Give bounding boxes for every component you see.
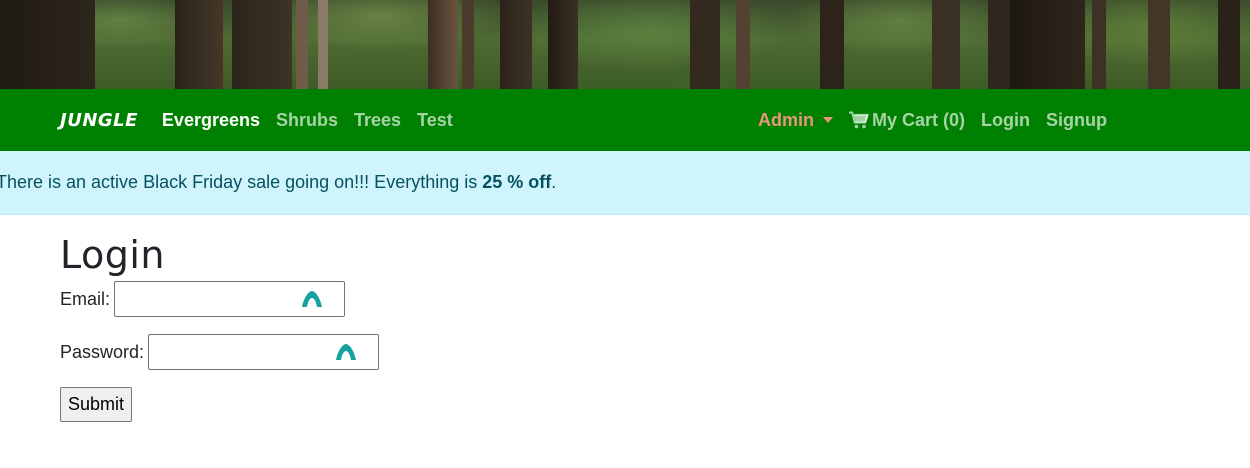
hero-banner [0,0,1250,89]
tree-trunk [428,0,458,89]
caret-down-icon [823,117,833,123]
tree-trunk [1148,0,1170,89]
nav-link-shrubs[interactable]: Shrubs [276,110,338,131]
tree-trunk [988,0,1010,89]
email-row: Email: [60,281,1190,317]
alert-discount: 25 % off [482,172,552,192]
account-nav: Admin My Cart (0) Login Signup [758,110,1123,131]
tree-trunk [690,0,720,89]
tree-trunk [820,0,844,89]
tree-trunk [736,0,750,89]
nav-link-evergreens[interactable]: Evergreens [162,110,260,131]
password-label: Password: [60,341,145,362]
cart-icon [849,111,869,129]
tree-trunk [548,0,578,89]
alert-suffix: . [551,172,557,192]
password-row: Password: [60,334,1190,370]
login-form: Email: Password: Submit [60,281,1190,422]
nav-link-test[interactable]: Test [417,110,453,131]
tree-trunk [296,0,308,89]
nav-link-trees[interactable]: Trees [354,110,401,131]
tree-trunk [1010,0,1085,89]
password-input-wrap [148,334,380,370]
password-manager-icon[interactable] [335,343,357,361]
login-link[interactable]: Login [981,110,1030,131]
signup-link[interactable]: Signup [1046,110,1107,131]
admin-dropdown[interactable]: Admin [758,110,833,131]
tree-trunk [175,0,223,89]
tree-trunk [0,0,95,89]
tree-trunk [932,0,960,89]
tree-trunk [462,0,474,89]
tree-trunk [318,0,328,89]
login-content: Login Email: Password: Submit [0,215,1250,440]
page-title: Login [60,233,166,277]
submit-button[interactable]: Submit [60,387,133,422]
cart-label: My Cart (0) [872,109,966,130]
sale-alert: There is an active Black Friday sale goi… [0,151,1250,215]
category-nav: Evergreens Shrubs Trees Test [162,110,469,131]
main-navbar: JUNGLE Evergreens Shrubs Trees Test Admi… [0,89,1250,151]
admin-label: Admin [758,109,814,130]
tree-trunk [1092,0,1106,89]
alert-message: There is an active Black Friday sale goi… [0,172,556,193]
email-input-wrap [114,281,346,317]
cart-link[interactable]: My Cart (0) [849,110,965,131]
brand-logo[interactable]: JUNGLE [60,110,138,131]
alert-text: There is an active Black Friday sale goi… [0,172,483,192]
email-label: Email: [60,288,111,309]
password-manager-icon[interactable] [301,290,323,308]
tree-trunk [232,0,292,89]
tree-trunk [500,0,532,89]
tree-trunk [1218,0,1240,89]
